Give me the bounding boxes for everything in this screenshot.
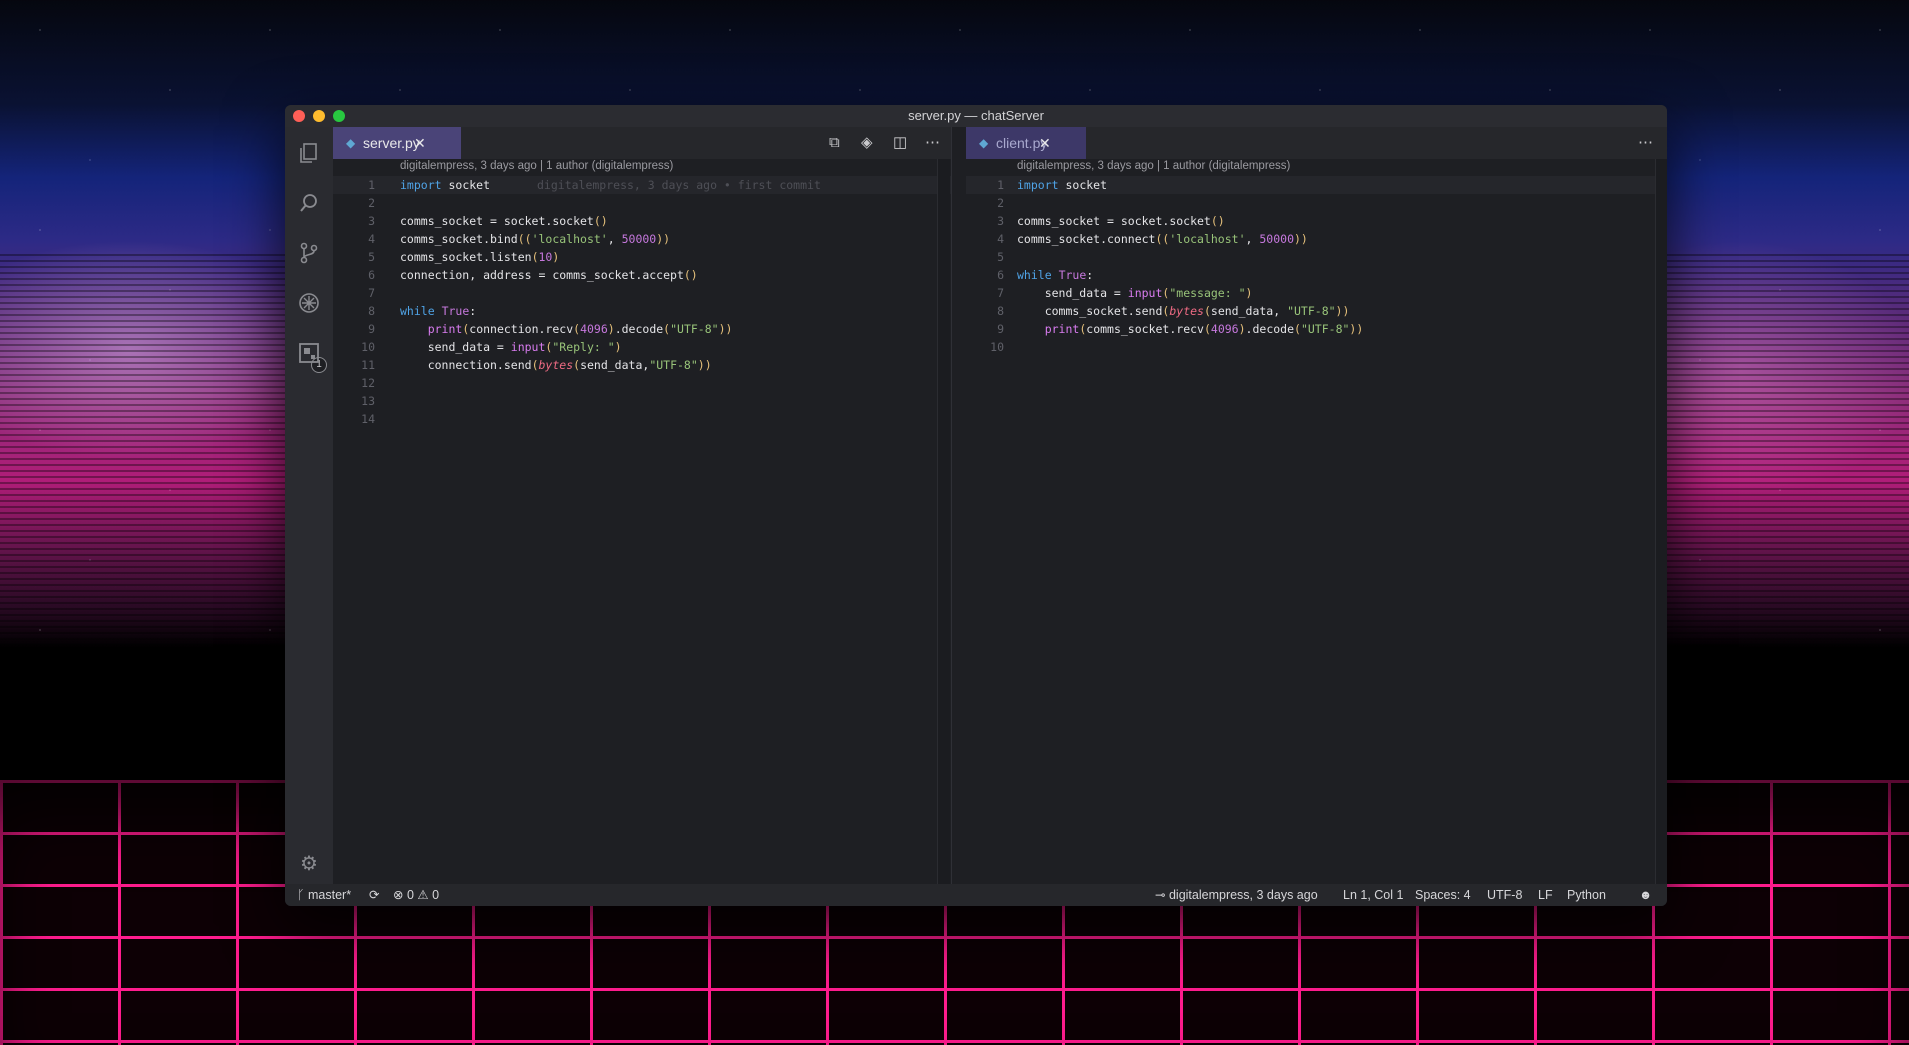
git-compare-icon[interactable]: ◈ (861, 127, 873, 159)
right-scrollbar[interactable] (1655, 159, 1667, 884)
tab-label: server.py (363, 135, 420, 151)
code-line: 14 (361, 412, 375, 426)
code-line: 10 send_data = input("Reply: ") (361, 340, 622, 354)
code-line: 8 while True: (368, 304, 477, 318)
code-line: 6 connection, address = comms_socket.acc… (368, 268, 698, 282)
code-line: 10 (990, 340, 1004, 354)
branch-status[interactable]: ᚴ master* (297, 884, 351, 906)
python-file-icon: ◆ (346, 136, 356, 150)
code-line: 4 comms_socket.bind(('localhost', 50000)… (368, 232, 671, 246)
tab-client-py[interactable]: ◆ client.py ✕ (966, 127, 1086, 159)
encoding-status[interactable]: UTF-8 (1487, 884, 1522, 906)
more-actions-icon[interactable]: ⋯ (925, 127, 940, 159)
code-line: 6 while True: (997, 268, 1094, 282)
split-editor-icon[interactable]: ◫ (893, 127, 907, 159)
right-tab-bar: ◆ client.py ✕ ⋯ (966, 127, 1667, 159)
right-editor-group: ◆ client.py ✕ ⋯ digitalempress, 3 days a… (966, 127, 1667, 884)
python-file-icon: ◆ (979, 136, 989, 150)
code-line: 2 (997, 196, 1004, 210)
left-scrollbar[interactable] (937, 159, 950, 884)
blame-header: digitalempress, 3 days ago | 1 author (d… (400, 160, 674, 172)
code-line: 4 comms_socket.connect(('localhost', 500… (997, 232, 1308, 246)
feedback-smiley-icon[interactable]: ☻ (1639, 884, 1652, 906)
close-tab-icon[interactable]: ✕ (1039, 127, 1051, 159)
more-actions-icon[interactable]: ⋯ (1638, 127, 1653, 159)
code-line: 3 comms_socket = socket.socket() (368, 214, 608, 228)
code-editor[interactable]: 1 import socket 2 3 comms_socket = socke… (966, 176, 1667, 356)
debug-icon[interactable] (297, 292, 321, 316)
source-control-icon[interactable] (297, 242, 321, 266)
search-icon[interactable] (297, 192, 321, 216)
code-line: 9 print(connection.recv(4096).decode("UT… (368, 322, 733, 336)
sync-icon[interactable]: ⟳ (369, 884, 379, 906)
window-title: server.py — chatServer (908, 108, 1044, 123)
warning-icon: ⚠ (417, 888, 429, 902)
files-icon[interactable] (297, 142, 321, 166)
code-line: 7 send_data = input("message: ") (997, 286, 1253, 300)
code-line: 11 connection.send(bytes(send_data,"UTF-… (361, 358, 712, 372)
vscode-window: server.py — chatServer 1 ⚙ ◆ server.py ✕ (285, 105, 1667, 906)
zoom-window-button[interactable] (333, 110, 345, 122)
problems-status[interactable]: ⊗ 0 ⚠ 0 (393, 884, 439, 906)
code-line: 1 import socket (966, 176, 1667, 194)
code-line: 9 print(comms_socket.recv(4096).decode("… (997, 322, 1364, 336)
code-line: 5 (997, 250, 1004, 264)
eol-status[interactable]: LF (1538, 884, 1553, 906)
gear-icon[interactable]: ⚙ (297, 852, 321, 876)
code-line: 3 comms_socket = socket.socket() (997, 214, 1225, 228)
tab-server-py[interactable]: ◆ server.py ✕ (333, 127, 461, 159)
code-editor[interactable]: 1 import socket digitalempress, 3 days a… (333, 176, 951, 428)
activity-bar: 1 ⚙ (285, 127, 333, 884)
status-bar: ᚴ master* ⟳ ⊗ 0 ⚠ 0 ⊸ digitalempress, 3 … (285, 884, 1667, 906)
left-editor-group: ◆ server.py ✕ ⧉ ◈ ◫ ⋯ digitalempress, 3 … (333, 127, 952, 884)
blame-status[interactable]: ⊸ digitalempress, 3 days ago (1155, 884, 1318, 906)
commit-icon: ⊸ (1155, 888, 1166, 902)
cursor-position[interactable]: Ln 1, Col 1 (1343, 884, 1403, 906)
code-line: 13 (361, 394, 375, 408)
inline-blame: digitalempress, 3 days ago • first commi… (537, 178, 821, 192)
code-line: 7 (368, 286, 375, 300)
git-branch-icon: ᚴ (297, 888, 305, 902)
minimize-window-button[interactable] (313, 110, 325, 122)
language-mode[interactable]: Python (1567, 884, 1606, 906)
code-line: 2 (368, 196, 375, 210)
title-bar: server.py — chatServer (285, 105, 1667, 127)
code-line: 1 import socket digitalempress, 3 days a… (333, 176, 951, 194)
indentation-status[interactable]: Spaces: 4 (1415, 884, 1471, 906)
close-window-button[interactable] (293, 110, 305, 122)
code-line: 5 comms_socket.listen(10) (368, 250, 560, 264)
left-tab-bar: ◆ server.py ✕ ⧉ ◈ ◫ ⋯ (333, 127, 951, 159)
open-changes-icon[interactable]: ⧉ (829, 127, 840, 159)
error-icon: ⊗ (393, 888, 404, 902)
close-tab-icon[interactable]: ✕ (414, 127, 426, 159)
extensions-icon[interactable] (297, 342, 321, 366)
code-line: 8 comms_socket.send(bytes(send_data, "UT… (997, 304, 1350, 318)
blame-header: digitalempress, 3 days ago | 1 author (d… (1017, 160, 1291, 172)
code-line: 12 (361, 376, 375, 390)
